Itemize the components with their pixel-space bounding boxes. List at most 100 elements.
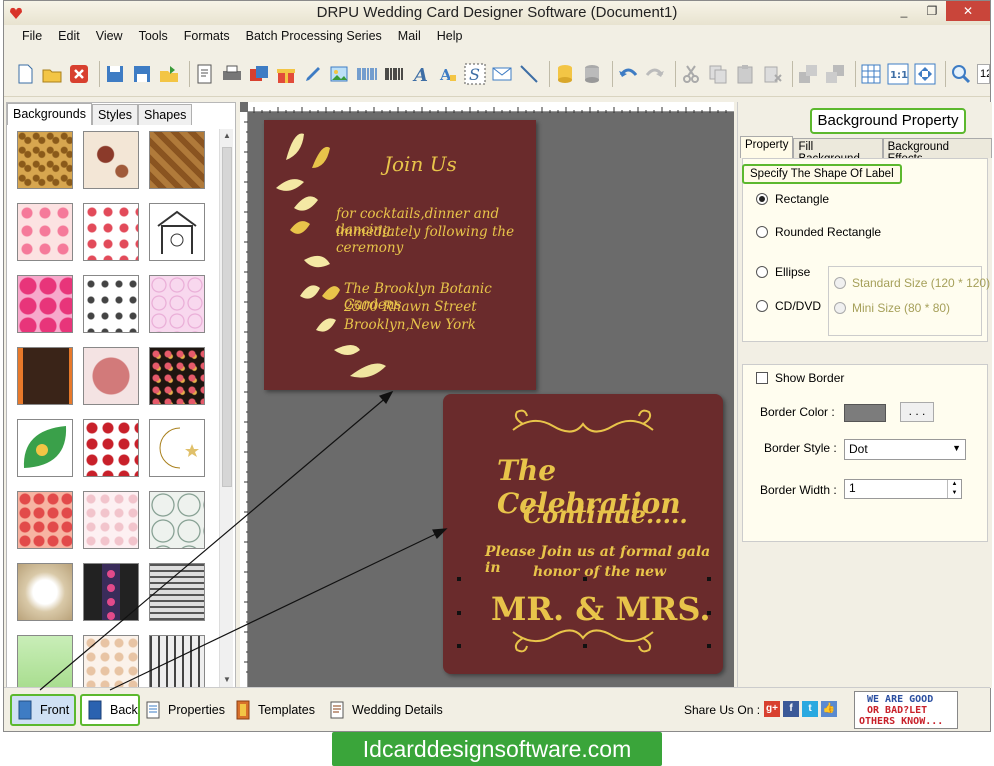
barcode-2-icon[interactable] (383, 63, 405, 85)
open-folder-icon[interactable] (41, 63, 63, 85)
tab-shapes[interactable]: Shapes (138, 104, 193, 125)
minimize-button[interactable]: _ (890, 1, 918, 21)
redo-icon[interactable] (644, 63, 666, 85)
background-thumb[interactable] (149, 131, 205, 189)
paste-icon[interactable] (734, 63, 756, 85)
feedback-banner[interactable]: WE ARE GOOD OR BAD?LET OTHERS KNOW... (854, 691, 958, 729)
barcode-icon[interactable] (356, 63, 378, 85)
print-preview-icon[interactable] (194, 63, 216, 85)
menu-view[interactable]: View (88, 25, 131, 47)
maximize-button[interactable]: ❐ (918, 1, 946, 21)
card-front-address-2[interactable]: 2500 Rhawn Street (344, 299, 477, 315)
background-thumb[interactable] (17, 491, 73, 549)
grid-icon[interactable] (860, 63, 882, 85)
scrollbar-thumb[interactable] (222, 147, 232, 487)
card-front-heading[interactable]: Join Us (384, 152, 457, 176)
menu-help[interactable]: Help (429, 25, 471, 47)
border-width-stepper[interactable]: 1 ▲ ▼ (844, 479, 962, 499)
menu-mail[interactable]: Mail (390, 25, 429, 47)
background-thumb[interactable] (83, 275, 139, 333)
gift-icon[interactable] (275, 63, 297, 85)
show-border-checkbox[interactable] (756, 372, 768, 384)
border-color-button[interactable]: . . . (900, 402, 934, 422)
zoom-icon[interactable] (950, 63, 972, 85)
menu-batch-processing[interactable]: Batch Processing Series (238, 25, 390, 47)
delete-icon[interactable] (761, 63, 783, 85)
send-back-icon[interactable] (824, 63, 846, 85)
border-style-select[interactable]: Dot ▼ (844, 439, 966, 460)
close-button[interactable]: ✕ (946, 1, 990, 21)
background-thumb[interactable] (83, 635, 139, 693)
zoom-value[interactable]: 125 (977, 63, 990, 84)
tab-backgrounds[interactable]: Backgrounds (7, 103, 92, 125)
background-thumb[interactable] (149, 347, 205, 405)
scroll-up-icon[interactable]: ▲ (220, 129, 234, 143)
fit-window-icon[interactable] (914, 63, 936, 85)
background-thumb[interactable] (149, 203, 205, 261)
background-thumb[interactable] (17, 131, 73, 189)
background-thumb[interactable] (17, 635, 73, 693)
background-thumb[interactable] (149, 563, 205, 621)
background-thumb[interactable] (149, 275, 205, 333)
word-art-icon[interactable]: A (437, 63, 459, 85)
standard-size-radio[interactable] (834, 277, 846, 289)
cut-icon[interactable] (680, 63, 702, 85)
wedding-details-button[interactable]: Wedding Details (324, 694, 449, 726)
background-thumb[interactable] (17, 275, 73, 333)
background-thumb[interactable] (83, 419, 139, 477)
tab-property[interactable]: Property (740, 136, 794, 158)
background-thumb[interactable] (149, 491, 205, 549)
thumbnail-scrollbar[interactable]: ▲ ▼ (219, 129, 233, 687)
database-icon[interactable] (554, 63, 576, 85)
tab-background-effects[interactable]: Background Effects (882, 138, 992, 165)
stepper-arrows-icon[interactable]: ▲ ▼ (947, 480, 961, 498)
rounded-rectangle-radio[interactable] (756, 226, 768, 238)
export-icon[interactable] (158, 63, 180, 85)
card-front-address-3[interactable]: Brooklyn,New York (344, 317, 476, 333)
background-thumb[interactable] (83, 131, 139, 189)
background-thumb[interactable] (17, 563, 73, 621)
google-plus-icon[interactable]: g+ (764, 701, 780, 717)
new-document-icon[interactable] (14, 63, 36, 85)
close-document-icon[interactable] (68, 63, 90, 85)
card-front[interactable]: Join Us for cocktails,dinner and dancing… (264, 120, 536, 390)
background-thumb[interactable] (83, 347, 139, 405)
cd-dvd-radio[interactable] (756, 300, 768, 312)
tab-styles[interactable]: Styles (91, 104, 139, 125)
copy-icon[interactable] (707, 63, 729, 85)
undo-icon[interactable] (617, 63, 639, 85)
background-thumb[interactable] (83, 203, 139, 261)
like-icon[interactable]: 👍 (821, 701, 837, 717)
background-thumb[interactable] (17, 347, 73, 405)
website-url-badge[interactable]: Idcarddesignsoftware.com (332, 732, 662, 766)
card-back[interactable]: The Celebration Continue..... Please Joi… (443, 394, 723, 674)
menu-tools[interactable]: Tools (131, 25, 176, 47)
background-thumb[interactable] (83, 563, 139, 621)
text-icon[interactable]: A (410, 63, 432, 85)
tab-fill-background[interactable]: Fill Background (793, 138, 883, 165)
signature-icon[interactable]: S (464, 63, 486, 85)
save-as-icon[interactable] (131, 63, 153, 85)
save-icon[interactable] (104, 63, 126, 85)
background-thumb[interactable] (149, 419, 205, 477)
background-thumb[interactable] (17, 419, 73, 477)
scroll-down-icon[interactable]: ▼ (220, 673, 234, 687)
background-thumb[interactable] (17, 203, 73, 261)
mail-icon[interactable] (491, 63, 513, 85)
twitter-icon[interactable]: t (802, 701, 818, 717)
image-icon[interactable] (329, 63, 351, 85)
front-button[interactable]: Front (10, 694, 76, 726)
border-color-swatch[interactable] (844, 404, 886, 422)
multi-print-icon[interactable] (248, 63, 270, 85)
pen-icon[interactable] (302, 63, 324, 85)
background-thumb[interactable] (149, 635, 205, 693)
templates-button[interactable]: Templates (230, 694, 321, 726)
line-icon[interactable] (518, 63, 540, 85)
database-2-icon[interactable] (581, 63, 603, 85)
facebook-icon[interactable]: f (783, 701, 799, 717)
menu-file[interactable]: File (14, 25, 50, 47)
background-thumb[interactable] (83, 491, 139, 549)
back-button[interactable]: Back (80, 694, 140, 726)
actual-size-icon[interactable]: 1:1 (887, 63, 909, 85)
ellipse-radio[interactable] (756, 266, 768, 278)
